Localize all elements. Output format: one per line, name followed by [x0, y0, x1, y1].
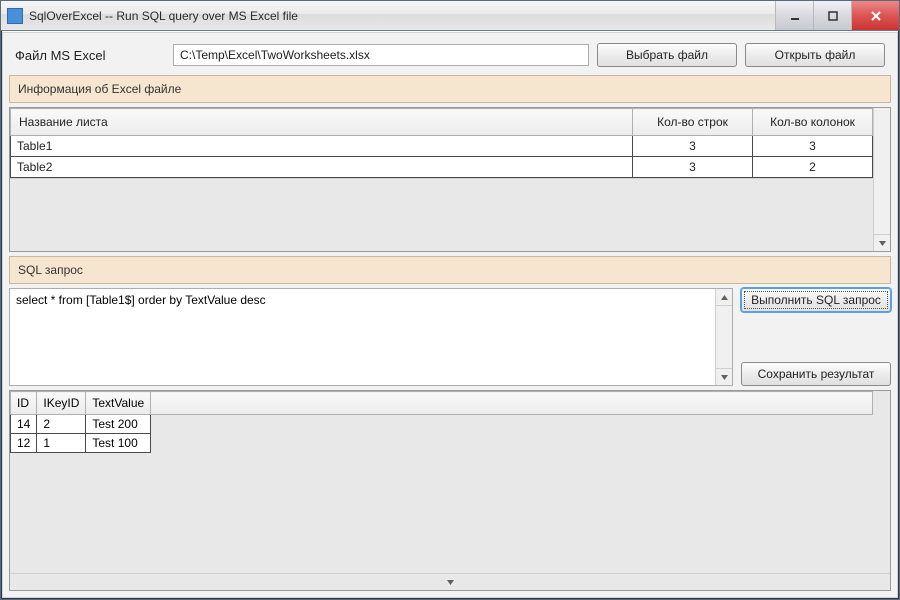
minimize-icon [789, 10, 801, 22]
open-file-button[interactable]: Открыть файл [745, 43, 885, 67]
file-row: Файл MS Excel Выбрать файл Открыть файл [9, 39, 891, 71]
scroll-down-icon[interactable] [874, 234, 890, 251]
table-row[interactable]: Table2 3 2 [11, 157, 873, 178]
result-col-textvalue[interactable]: TextValue [86, 392, 151, 415]
result-empty-area [10, 453, 873, 573]
file-path-input[interactable] [173, 44, 589, 66]
titlebar[interactable]: SqlOverExcel -- Run SQL query over MS Ex… [1, 1, 899, 31]
result-col-ikeyid[interactable]: IKeyID [37, 392, 86, 415]
close-button[interactable] [851, 1, 899, 30]
sql-buttons: Выполнить SQL запрос Сохранить результат [741, 288, 891, 386]
table-row[interactable]: Table1 3 3 [11, 136, 873, 157]
minimize-button[interactable] [775, 1, 813, 30]
maximize-icon [827, 10, 839, 22]
close-icon [870, 10, 882, 22]
col-sheet-name[interactable]: Название листа [11, 109, 633, 136]
window-controls [775, 1, 899, 30]
scroll-up-icon[interactable] [716, 289, 732, 306]
client-area: Файл MS Excel Выбрать файл Открыть файл … [2, 32, 898, 598]
app-window: SqlOverExcel -- Run SQL query over MS Ex… [0, 0, 900, 600]
result-grid: ID IKeyID TextValue 14 2 Test 200 12 [9, 390, 891, 591]
col-row-count[interactable]: Кол-во строк [633, 109, 753, 136]
file-label: Файл MS Excel [15, 48, 165, 63]
result-col-filler [151, 392, 873, 415]
grid-empty-area [10, 178, 873, 251]
result-col-id[interactable]: ID [11, 392, 37, 415]
scroll-down-icon[interactable] [716, 368, 732, 385]
sheets-table[interactable]: Название листа Кол-во строк Кол-во колон… [10, 108, 873, 178]
sql-section-header: SQL запрос [9, 256, 891, 284]
result-table[interactable]: ID IKeyID TextValue 14 2 Test 200 12 [10, 391, 873, 453]
info-section-header: Информация об Excel файле [9, 75, 891, 103]
app-icon [7, 8, 23, 24]
choose-file-button[interactable]: Выбрать файл [597, 43, 737, 67]
sql-textarea[interactable] [10, 289, 715, 385]
col-col-count[interactable]: Кол-во колонок [753, 109, 873, 136]
table-row[interactable]: 14 2 Test 200 [11, 415, 873, 434]
sql-text-wrap [9, 288, 733, 386]
scroll-down-icon[interactable] [10, 573, 890, 590]
run-sql-button[interactable]: Выполнить SQL запрос [741, 288, 891, 312]
save-result-button[interactable]: Сохранить результат [741, 362, 891, 386]
sql-row: Выполнить SQL запрос Сохранить результат [9, 288, 891, 386]
sql-scrollbar[interactable] [715, 289, 732, 385]
maximize-button[interactable] [813, 1, 851, 30]
result-scrollbar[interactable] [10, 573, 890, 590]
sheets-grid: Название листа Кол-во строк Кол-во колон… [9, 107, 891, 252]
sheets-scrollbar[interactable] [873, 108, 890, 251]
table-row[interactable]: 12 1 Test 100 [11, 434, 873, 453]
window-title: SqlOverExcel -- Run SQL query over MS Ex… [29, 9, 775, 23]
